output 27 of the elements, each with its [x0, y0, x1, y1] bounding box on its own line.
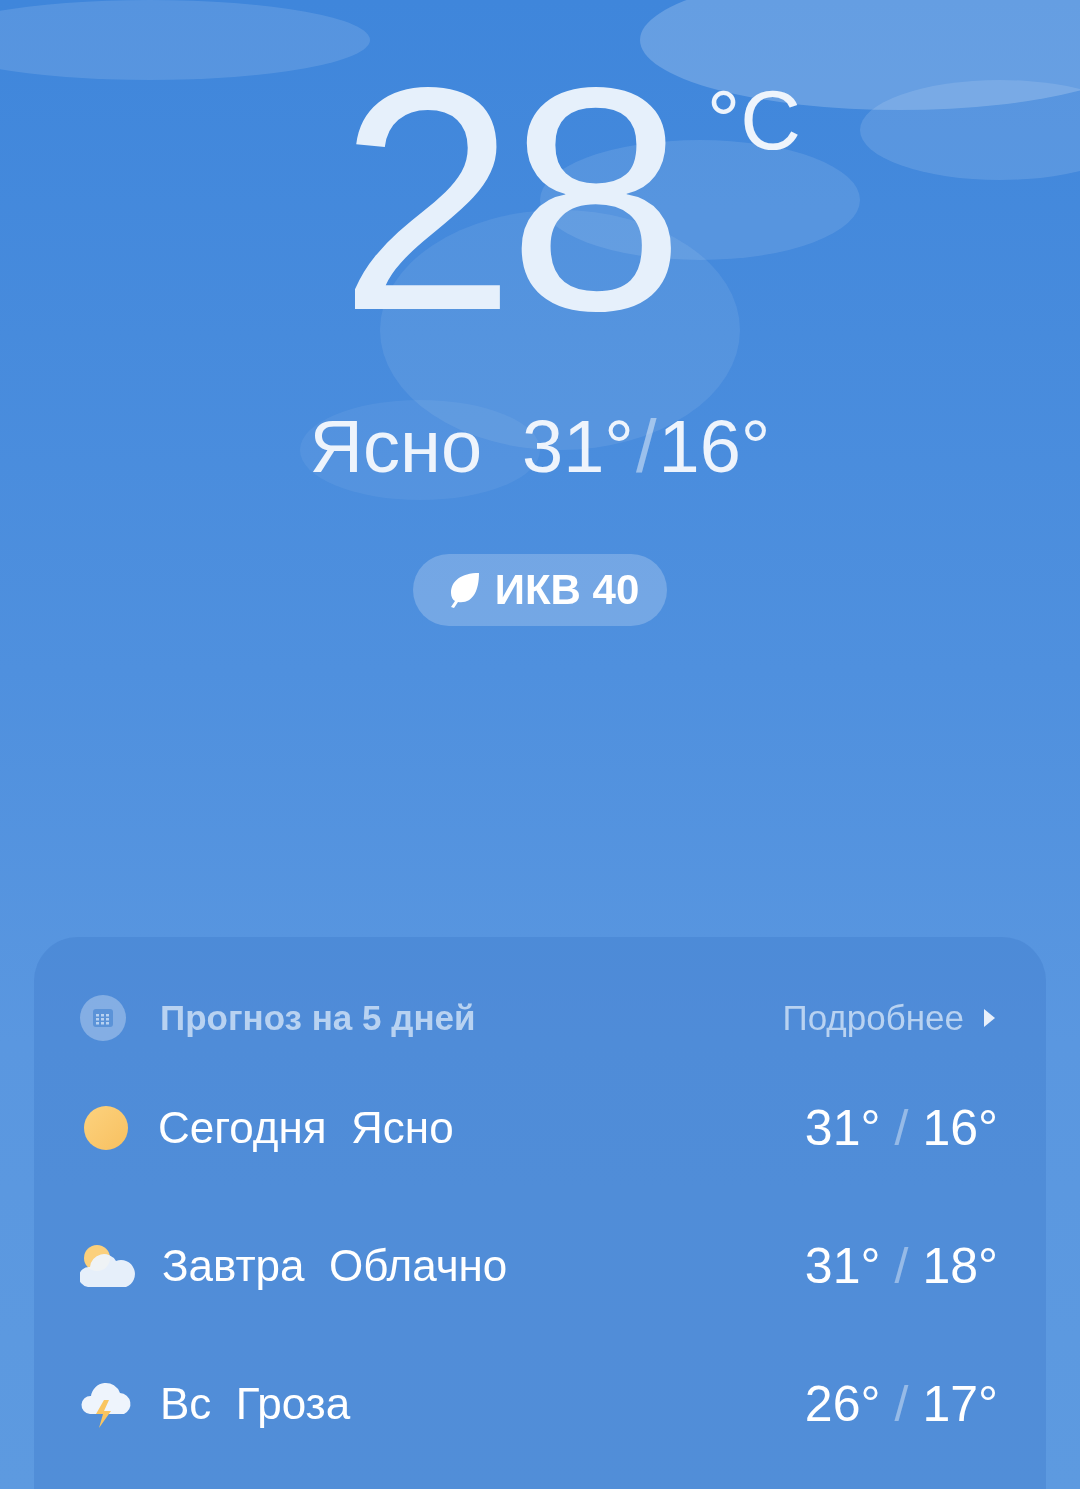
sun-behind-cloud-icon: [80, 1244, 136, 1288]
air-quality-chip[interactable]: ИКВ 40: [412, 554, 668, 626]
separator: /: [894, 1099, 909, 1157]
high-temperature: 31°: [804, 1237, 881, 1295]
low-temperature: 17°: [922, 1375, 998, 1433]
low-temperature: 16°: [658, 410, 771, 484]
low-temperature: 16°: [922, 1099, 998, 1157]
temperature-unit: °C: [706, 78, 801, 162]
separator: /: [894, 1237, 909, 1295]
forecast-row[interactable]: Завтра Облачно 31° / 18°: [80, 1197, 1000, 1335]
more-link[interactable]: Подробнее: [782, 998, 996, 1038]
forecast-row[interactable]: Вс Гроза 26° / 17°: [80, 1335, 1000, 1473]
high-temperature: 31°: [522, 410, 634, 484]
high-temperature: 31°: [804, 1099, 881, 1157]
calendar-icon: [80, 995, 126, 1041]
forecast-row[interactable]: Сегодня Ясно 31° / 16°: [80, 1059, 1000, 1197]
day-label: Вс Гроза: [160, 1379, 351, 1429]
separator: /: [894, 1375, 909, 1433]
current-temperature: 28: [339, 40, 677, 358]
forecast-title: Прогноз на 5 дней: [160, 998, 476, 1038]
current-condition: Ясно: [309, 410, 483, 484]
day-label: Сегодня Ясно: [158, 1103, 454, 1153]
separator: /: [635, 410, 657, 484]
high-temperature: 26°: [804, 1375, 881, 1433]
day-label: Завтра Облачно: [162, 1241, 508, 1291]
low-temperature: 18°: [922, 1237, 998, 1295]
caret-icon: [982, 1008, 996, 1028]
